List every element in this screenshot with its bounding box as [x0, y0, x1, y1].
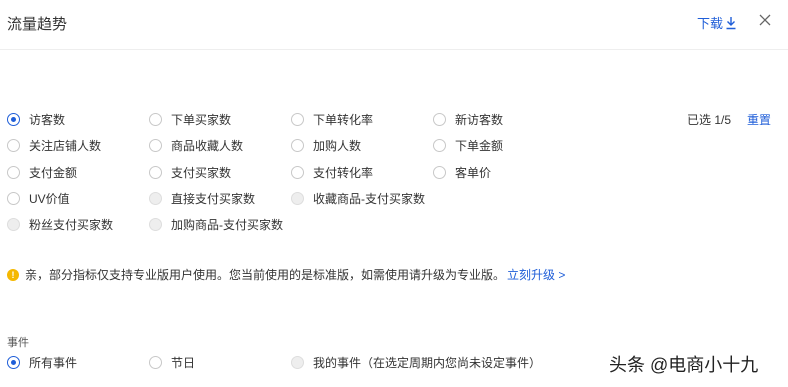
metric-option[interactable]: 下单转化率 [291, 110, 373, 128]
close-icon[interactable] [757, 12, 773, 28]
metric-label: 客单价 [455, 165, 492, 180]
metric-option[interactable]: 支付金额 [7, 163, 77, 181]
radio-icon[interactable] [7, 191, 20, 205]
radio-icon[interactable] [291, 112, 304, 126]
metric-label: 加购商品-支付买家数 [171, 217, 283, 232]
download-icon [726, 16, 736, 29]
radio-icon[interactable] [149, 112, 162, 126]
metric-option: 加购商品-支付买家数 [149, 215, 283, 233]
radio-icon[interactable] [149, 138, 162, 152]
radio-disabled-icon [291, 355, 304, 369]
radio-disabled-icon [149, 191, 162, 205]
selected-count: 已选 1/5 [687, 113, 732, 127]
metric-option: 收藏商品-支付买家数 [291, 189, 425, 207]
event-label: 所有事件 [29, 355, 78, 370]
radio-checked-icon[interactable] [7, 112, 20, 126]
event-option[interactable]: 节日 [149, 353, 195, 371]
radio-icon[interactable] [291, 138, 304, 152]
metric-option[interactable]: 支付买家数 [149, 163, 231, 181]
radio-disabled-icon [7, 217, 20, 231]
event-option: 我的事件（在选定周期内您尚未设定事件） [291, 353, 541, 371]
metric-label: UV价值 [29, 191, 70, 206]
radio-disabled-icon [149, 217, 162, 231]
metric-label: 新访客数 [455, 112, 504, 127]
events-title: 事件 [7, 337, 29, 349]
metric-label: 支付转化率 [313, 165, 374, 180]
radio-checked-icon[interactable] [7, 355, 20, 369]
radio-icon[interactable] [433, 112, 446, 126]
radio-icon[interactable] [291, 165, 304, 179]
metric-label: 粉丝支付买家数 [29, 217, 114, 232]
metric-option[interactable]: 访客数 [7, 110, 65, 128]
metric-option: 粉丝支付买家数 [7, 215, 113, 233]
metric-option[interactable]: UV价值 [7, 189, 70, 207]
radio-icon[interactable] [149, 165, 162, 179]
event-label: 节日 [171, 355, 196, 370]
metric-label: 加购人数 [313, 138, 362, 153]
event-label: 我的事件（在选定周期内您尚未设定事件） [313, 355, 542, 370]
metric-option[interactable]: 下单金额 [433, 136, 503, 154]
radio-disabled-icon [291, 191, 304, 205]
metric-option[interactable]: 关注店铺人数 [7, 136, 101, 154]
radio-icon[interactable] [7, 138, 20, 152]
event-option[interactable]: 所有事件 [7, 353, 77, 371]
metric-label: 下单转化率 [313, 112, 374, 127]
warning-icon: ! [7, 268, 19, 281]
metric-label: 商品收藏人数 [171, 138, 244, 153]
metric-label: 访客数 [29, 112, 66, 127]
radio-icon[interactable] [149, 355, 162, 369]
upgrade-link[interactable]: 立刻升级 > [507, 266, 565, 283]
metric-label: 关注店铺人数 [29, 138, 102, 153]
notice-text: 亲，部分指标仅支持专业版用户使用。您当前使用的是标准版，如需使用请升级为专业版。 [25, 268, 506, 282]
metric-option[interactable]: 加购人数 [291, 136, 361, 154]
radio-icon[interactable] [7, 165, 20, 179]
metric-option[interactable]: 下单买家数 [149, 110, 231, 128]
dialog-title: 流量趋势 [7, 16, 68, 33]
metric-option[interactable]: 商品收藏人数 [149, 136, 243, 154]
metric-label: 下单金额 [455, 138, 504, 153]
watermark: 头条 @电商小十九 [609, 355, 759, 375]
metric-option[interactable]: 新访客数 [433, 110, 503, 128]
metric-label: 直接支付买家数 [171, 191, 256, 206]
metric-label: 收藏商品-支付买家数 [313, 191, 425, 206]
dialog-header: 流量趋势 下载 [0, 0, 788, 50]
upgrade-notice: ! 亲，部分指标仅支持专业版用户使用。您当前使用的是标准版，如需使用请升级为专业… [7, 266, 565, 283]
radio-icon[interactable] [433, 165, 446, 179]
metric-option: 直接支付买家数 [149, 189, 255, 207]
download-button[interactable]: 下载 [697, 13, 737, 32]
metric-option[interactable]: 客单价 [433, 163, 491, 181]
metric-label: 支付买家数 [171, 165, 232, 180]
metric-label: 支付金额 [29, 165, 78, 180]
metric-option[interactable]: 支付转化率 [291, 163, 373, 181]
reset-button[interactable]: 重置 [747, 111, 771, 128]
metric-label: 下单买家数 [171, 112, 232, 127]
radio-icon[interactable] [433, 138, 446, 152]
download-label: 下载 [697, 16, 724, 31]
